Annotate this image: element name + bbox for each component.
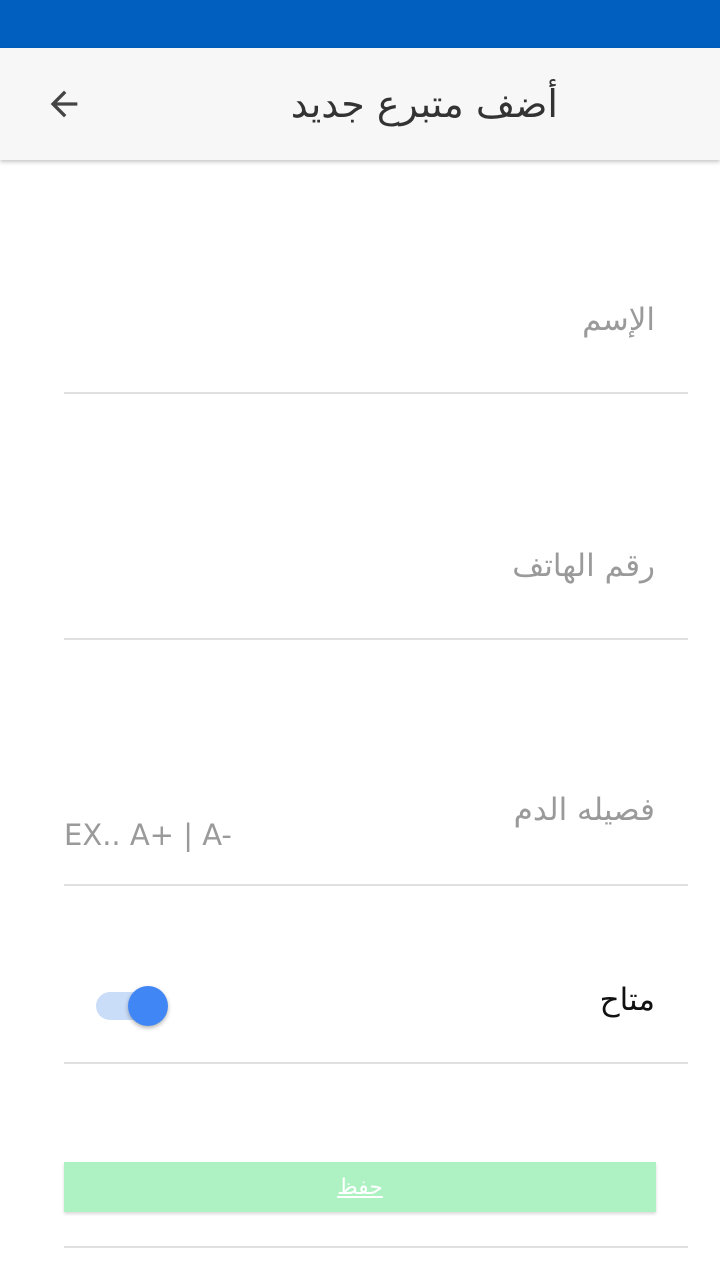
blood-type-input[interactable] bbox=[64, 762, 688, 884]
switch-thumb bbox=[128, 986, 168, 1026]
available-row: متاح bbox=[64, 940, 688, 1064]
back-button[interactable] bbox=[28, 72, 100, 136]
blood-type-field[interactable]: فصيله الدم EX.. A+ | A- bbox=[64, 762, 688, 886]
arrow-back-icon bbox=[50, 90, 78, 118]
page-title: أضف متبرع جديد bbox=[290, 82, 558, 126]
phone-field[interactable]: رقم الهاتف bbox=[64, 516, 688, 640]
bottom-divider bbox=[64, 1246, 688, 1248]
phone-input[interactable] bbox=[64, 516, 688, 638]
available-label: متاح bbox=[599, 982, 655, 1018]
available-switch[interactable] bbox=[96, 984, 168, 1028]
name-input[interactable] bbox=[64, 270, 688, 392]
save-button[interactable]: حفظ bbox=[64, 1162, 656, 1212]
name-field[interactable]: الإسم bbox=[64, 270, 688, 394]
status-bar bbox=[0, 0, 720, 48]
app-bar: أضف متبرع جديد bbox=[0, 48, 720, 160]
